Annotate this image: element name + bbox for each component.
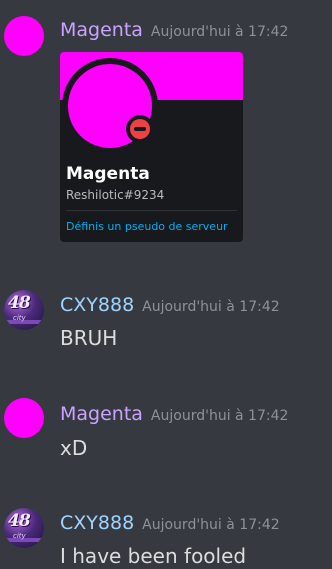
message-header: CXY888 Aujourd'hui à 17:42 (60, 294, 280, 316)
message-header: CXY888 Aujourd'hui à 17:42 (60, 512, 280, 534)
message-header: Magenta Aujourd'hui à 17:42 (60, 403, 288, 425)
dnd-status-icon (130, 119, 150, 139)
username[interactable]: Magenta (60, 19, 143, 41)
timestamp: Aujourd'hui à 17:42 (142, 299, 280, 315)
username[interactable]: CXY888 (60, 512, 134, 534)
avatar-logo-subtext: city (13, 314, 26, 322)
username[interactable]: Magenta (60, 403, 143, 425)
dnd-bar (134, 127, 146, 131)
avatar-logo-text: 48 (8, 293, 31, 313)
message-text: I have been fooled (60, 544, 247, 568)
message-header: Magenta Aujourd'hui à 17:42 (60, 19, 288, 41)
profile-card: Magenta Reshilotic#9234 Définis un pseud… (60, 52, 243, 242)
avatar-logo-subtext: city (13, 532, 26, 540)
avatar[interactable]: 48 city (4, 508, 44, 548)
avatar[interactable] (4, 398, 44, 438)
username[interactable]: CXY888 (60, 294, 134, 316)
avatar-logo-text: 48 (8, 511, 31, 531)
profile-display-name: Magenta (66, 164, 150, 184)
avatar[interactable] (4, 16, 44, 56)
timestamp: Aujourd'hui à 17:42 (150, 24, 289, 40)
timestamp: Aujourd'hui à 17:42 (142, 517, 280, 533)
timestamp: Aujourd'hui à 17:42 (150, 408, 289, 424)
message-text: xD (60, 436, 88, 460)
divider (66, 210, 237, 211)
chat-view: Magenta Aujourd'hui à 17:42 Magenta Reshi… (0, 0, 332, 569)
message-text: BRUH (60, 326, 118, 350)
profile-tag: Reshilotic#9234 (66, 188, 165, 202)
set-server-nickname-link[interactable]: Définis un pseudo de serveur (66, 220, 228, 233)
avatar[interactable]: 48 city (4, 290, 44, 330)
